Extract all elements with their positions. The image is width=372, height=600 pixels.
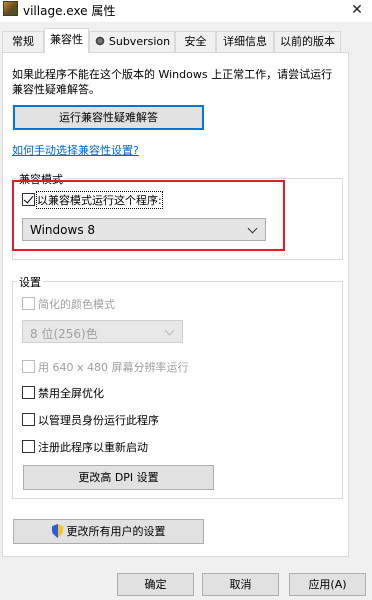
tab-details[interactable]: 详细信息 <box>216 31 274 52</box>
app-icon <box>3 1 18 16</box>
reduced-color-checkbox[interactable] <box>22 297 35 310</box>
all-users-settings-button[interactable]: 更改所有用户的设置 <box>13 519 204 544</box>
tab-security[interactable]: 安全 <box>175 31 216 52</box>
window-title: village.exe 属性 <box>23 4 116 18</box>
troubleshoot-button[interactable]: 运行兼容性疑难解答 <box>13 105 204 130</box>
register-restart-label[interactable]: 注册此程序以重新启动 <box>38 439 148 455</box>
resolution-checkbox[interactable] <box>22 360 35 373</box>
color-mode-value: 8 位(256)色 <box>30 327 98 341</box>
tab-label: Subversion <box>108 35 171 48</box>
ok-button[interactable]: 确定 <box>117 573 194 596</box>
run-as-admin-label[interactable]: 以管理员身份运行此程序 <box>38 412 159 428</box>
tab-subversion[interactable]: Subversion <box>89 31 175 52</box>
reduced-color-label: 简化的颜色模式 <box>38 298 115 311</box>
tab-general[interactable]: 常规 <box>2 31 44 52</box>
uac-shield-icon <box>51 524 64 538</box>
tab-label: 兼容性 <box>50 33 83 46</box>
tab-label: 常规 <box>12 35 34 48</box>
tab-label: 安全 <box>184 35 207 48</box>
tab-compatibility[interactable]: 兼容性 <box>44 28 89 53</box>
apply-button[interactable]: 应用(A) <box>289 573 366 596</box>
settings-label: 设置 <box>17 274 43 290</box>
subversion-icon <box>93 35 106 47</box>
annotation-highlight <box>12 180 285 251</box>
close-icon[interactable]: ✕ <box>342 0 372 22</box>
dpi-settings-button[interactable]: 更改高 DPI 设置 <box>23 465 214 490</box>
tab-label: 以前的版本 <box>280 35 335 48</box>
chevron-down-icon <box>164 325 175 336</box>
tab-previous-versions[interactable]: 以前的版本 <box>274 31 341 52</box>
tab-label: 详细信息 <box>223 35 267 48</box>
register-restart-checkbox[interactable] <box>22 440 35 453</box>
all-users-button-label: 更改所有用户的设置 <box>66 525 166 538</box>
resolution-label: 用 640 x 480 屏幕分辨率运行 <box>38 361 189 374</box>
disable-fullscreen-label[interactable]: 禁用全屏优化 <box>38 385 104 401</box>
color-mode-select[interactable]: 8 位(256)色 <box>22 320 183 343</box>
manual-settings-link[interactable]: 如何手动选择兼容性设置? <box>12 142 139 158</box>
run-as-admin-checkbox[interactable] <box>22 413 35 426</box>
disable-fullscreen-checkbox[interactable] <box>22 386 35 399</box>
cancel-button[interactable]: 取消 <box>202 573 279 596</box>
intro-text: 如果此程序不能在这个版本的 Windows 上正常工作，请尝试运行兼容性疑难解答… <box>12 68 333 96</box>
